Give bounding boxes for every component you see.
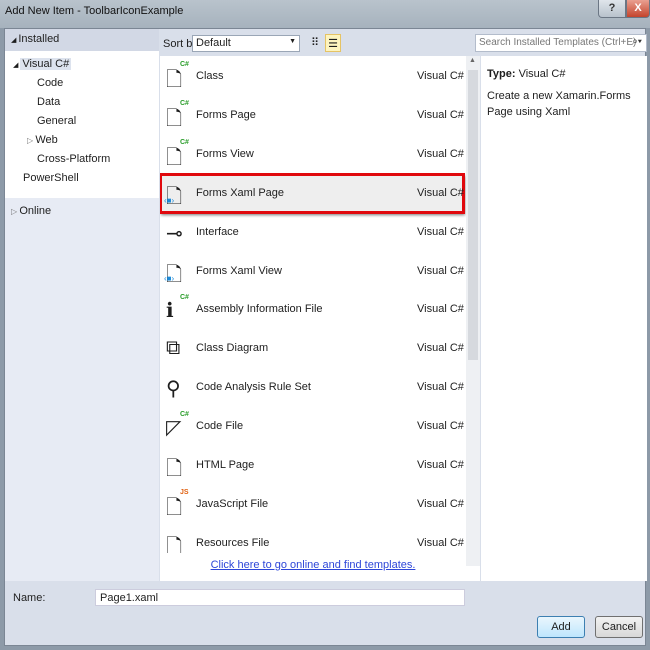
template-language: Visual C# xyxy=(417,342,464,355)
tree-item-online[interactable]: ▷ Online xyxy=(5,202,159,221)
code-file-icon: ◸ C# xyxy=(166,411,189,440)
template-name: Resources File xyxy=(196,536,270,549)
tree-item-code[interactable]: Code xyxy=(5,74,159,93)
tree-item-installed[interactable]: ◢ Installed xyxy=(5,29,159,51)
template-language: Visual C# xyxy=(417,497,464,510)
template-language: Visual C# xyxy=(417,381,464,394)
xaml-icon: 🗋 ‹■› xyxy=(164,263,183,286)
tree-item-data[interactable]: Data xyxy=(5,93,159,112)
template-item[interactable]: ⚲ Code Analysis Rule Set Visual C# xyxy=(160,368,464,407)
ruleset-icon: ⚲ xyxy=(166,378,181,401)
template-name: Forms Xaml View xyxy=(196,264,282,277)
interface-icon: ⊸ xyxy=(166,222,183,245)
search-input[interactable]: Search Installed Templates (Ctrl+E) ⌕▾ xyxy=(475,34,647,52)
template-name: Code Analysis Rule Set xyxy=(196,381,311,394)
template-name: Code File xyxy=(196,420,244,433)
title-bar: Add New Item - ToolbarIconExample ? X xyxy=(0,0,650,28)
template-name: Assembly Information File xyxy=(196,303,323,316)
template-language: Visual C# xyxy=(417,70,464,82)
html-icon: 🗋 xyxy=(166,458,183,480)
type-value: Visual C# xyxy=(518,68,566,80)
template-language: Visual C# xyxy=(417,225,464,238)
template-language: Visual C# xyxy=(417,147,464,160)
tree-item-cross-platform[interactable]: Cross-Platform xyxy=(5,150,159,169)
window-title: Add New Item - ToolbarIconExample xyxy=(5,5,184,17)
template-name: HTML Page xyxy=(196,459,255,471)
name-label: Name: xyxy=(13,592,46,604)
xaml-icon: 🗋 ‹■› xyxy=(164,185,183,208)
name-input[interactable]: Page1.xaml xyxy=(95,589,465,606)
template-item[interactable]: ⊸ Interface Visual C# xyxy=(160,213,464,252)
template-name: Forms Xaml Page xyxy=(196,186,285,199)
diagram-icon: ⧉ xyxy=(166,337,181,360)
scrollbar-thumb[interactable] xyxy=(468,70,478,360)
template-item[interactable]: ◸ C# Code File Visual C# xyxy=(160,407,464,446)
cs-file-icon: 🗋 C# xyxy=(166,138,189,169)
tree-item-general[interactable]: General xyxy=(5,112,159,131)
template-item[interactable]: 🗋 JS JavaScript File Visual C# xyxy=(160,485,464,524)
online-link-area: Click here to go online and find templat… xyxy=(160,553,466,581)
cs-class-icon: 🗋 C# xyxy=(166,61,189,91)
template-name: JavaScript File xyxy=(196,497,269,510)
scroll-up-icon: ▲ xyxy=(469,57,476,64)
js-icon: 🗋 JS xyxy=(166,488,189,519)
template-language: Visual C# xyxy=(417,303,464,316)
template-name: Interface xyxy=(196,225,239,238)
template-language: Visual C# xyxy=(417,108,464,121)
template-item[interactable]: 🗋 ‹■› Forms Xaml View Visual C# xyxy=(160,252,464,291)
template-item[interactable]: ℹ C# Assembly Information File Visual C# xyxy=(160,290,464,329)
info-file-icon: ℹ C# xyxy=(166,294,189,323)
template-name: Forms View xyxy=(196,147,254,160)
details-panel: Type: Visual C# Create a new Xamarin.For… xyxy=(481,56,647,581)
template-description: Create a new Xamarin.Forms Page using Xa… xyxy=(487,90,631,118)
template-language: Visual C# xyxy=(417,536,464,549)
tree-item-web[interactable]: ▷ Web xyxy=(5,131,159,150)
tree-item-visual-csharp[interactable]: ◢ Visual C# xyxy=(5,55,159,74)
template-name: Forms Page xyxy=(196,108,256,121)
template-item[interactable]: 🗋 HTML Page Visual C# xyxy=(160,446,464,485)
template-name: Class Diagram xyxy=(196,342,269,355)
template-language: Visual C# xyxy=(417,186,464,199)
help-button[interactable]: ? xyxy=(598,0,626,18)
cs-file-icon: 🗋 C# xyxy=(166,99,189,130)
template-name: Class xyxy=(196,70,224,82)
small-icons-view-button[interactable]: ⠿ xyxy=(307,34,323,52)
footer: Name: Page1.xaml Add Cancel xyxy=(5,581,647,647)
tree-item-powershell[interactable]: PowerShell xyxy=(5,169,159,188)
chevron-down-icon: ▼ xyxy=(289,38,296,45)
search-icon: ⌕▾ xyxy=(632,36,642,47)
online-templates-link[interactable]: Click here to go online and find templat… xyxy=(211,559,416,571)
template-item[interactable]: 🗋 C# Forms View Visual C# xyxy=(160,135,464,174)
template-language: Visual C# xyxy=(417,264,464,277)
template-item[interactable]: ⧉ Class Diagram Visual C# xyxy=(160,329,464,368)
list-view-button[interactable]: ☰ xyxy=(325,34,341,52)
scrollbar[interactable]: ▲ xyxy=(466,56,480,566)
dialog-body: ◢ Installed ◢ Visual C# Code Data Genera… xyxy=(4,28,647,647)
template-list: 🗋 Resources File Visual C# 🗋 JS JavaScript Fi… xyxy=(160,56,480,581)
toolbar: Sort by: Default ▼ ⠿ ☰ Search Installed T… xyxy=(159,29,647,56)
sort-dropdown[interactable]: Default ▼ xyxy=(192,35,300,52)
template-item[interactable]: 🗋 C# Forms Page Visual C# xyxy=(160,96,464,135)
template-language: Visual C# xyxy=(417,459,464,471)
category-tree: ◢ Installed ◢ Visual C# Code Data Genera… xyxy=(5,29,159,581)
template-item[interactable]: 🗋 ‹■› Forms Xaml Page Visual C# xyxy=(160,172,465,214)
cancel-button[interactable]: Cancel xyxy=(595,616,643,638)
template-language: Visual C# xyxy=(417,420,464,433)
add-button[interactable]: Add xyxy=(537,616,585,638)
type-label: Type: xyxy=(487,68,516,80)
close-button[interactable]: X xyxy=(626,0,650,18)
template-item[interactable]: 🗋 C# Class Visual C# xyxy=(160,57,464,96)
